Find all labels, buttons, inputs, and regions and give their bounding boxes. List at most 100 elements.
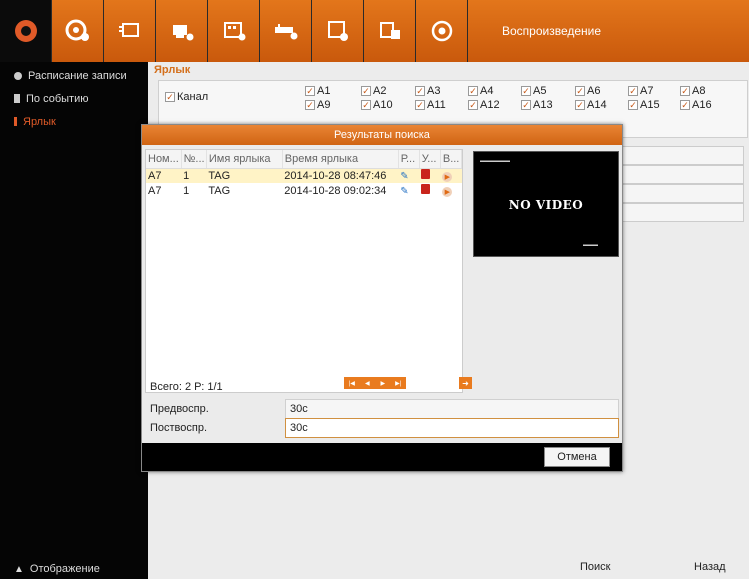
channel-checkbox-label: A10	[373, 99, 393, 111]
channel-checkbox-a2[interactable]: ✓ A2	[361, 85, 386, 97]
sidebar-item-label: По событию	[26, 92, 89, 105]
cancel-button[interactable]: Отмена	[544, 447, 610, 467]
channel-checkbox-label: A1	[317, 85, 331, 97]
channel-checkbox-a9[interactable]: ✓ A9	[305, 99, 330, 111]
edit-icon[interactable]: ✎	[400, 171, 408, 182]
channel-checkbox-a4[interactable]: ✓ A4	[468, 85, 493, 97]
back-button[interactable]: Назад	[694, 561, 726, 573]
maintenance-button[interactable]	[364, 0, 416, 62]
sidebar-item-schedule[interactable]: Расписание записи	[0, 64, 148, 87]
event-icon	[14, 94, 20, 103]
channel-checkbox-a3[interactable]: ✓ A3	[415, 85, 440, 97]
channel-checkbox-label: A3	[427, 85, 441, 97]
search-button[interactable]: Поиск	[580, 561, 610, 573]
channel-checkbox-a15[interactable]: ✓ A15	[628, 99, 660, 111]
delete-icon[interactable]	[421, 184, 431, 194]
sidebar-item-display[interactable]: ▲ Отображение	[14, 563, 100, 575]
channel-checkbox-a16[interactable]: ✓ A16	[680, 99, 712, 111]
checkmark-icon: ✓	[468, 99, 478, 110]
record-button[interactable]	[104, 0, 156, 62]
camera-settings-button[interactable]	[52, 0, 104, 62]
post-play-label: Поствоспр.	[150, 422, 208, 434]
table-row[interactable]: A7 1 TAG 2014-10-28 08:47:46 ✎ ▶	[146, 168, 462, 183]
channel-checkbox-label: A15	[640, 99, 660, 111]
channel-checkbox-a8[interactable]: ✓ A8	[680, 85, 705, 97]
top-toolbar: Воспроизведение	[0, 0, 749, 62]
power-button[interactable]	[416, 0, 468, 62]
column-header[interactable]: Р...	[398, 150, 420, 169]
channel-checkbox-a6[interactable]: ✓ A6	[575, 85, 600, 97]
channel-checkbox-a12[interactable]: ✓ A12	[468, 99, 500, 111]
channel-checkbox-label: A14	[587, 99, 607, 111]
video-preview: ▬▬▬▬▬▬ NO VIDEO ▬▬▬	[473, 151, 619, 257]
checkmark-icon: ✓	[521, 99, 531, 110]
column-header[interactable]: №...	[181, 150, 207, 169]
sidebar: Расписание записи По событию Ярлык ▲ Ото…	[0, 62, 148, 579]
channel-checkbox-label: A9	[317, 99, 331, 111]
list-row	[620, 146, 744, 165]
sidebar-item-label: Ярлык	[23, 115, 56, 128]
results-table: Ном... №... Имя ярлыка Время ярлыка Р...…	[145, 149, 463, 393]
home-icon: ▲	[14, 563, 24, 575]
edit-icon[interactable]: ✎	[400, 186, 408, 197]
config-button[interactable]	[312, 0, 364, 62]
column-header[interactable]: Имя ярлыка	[206, 150, 283, 169]
devices-icon	[274, 24, 297, 40]
section-title: Ярлык	[154, 64, 191, 76]
channel-checkbox-a5[interactable]: ✓ A5	[521, 85, 546, 97]
prev-page-icon[interactable]: ◀	[360, 377, 376, 389]
first-page-icon[interactable]: |◀	[344, 377, 360, 389]
play-icon[interactable]: ▶	[442, 186, 453, 197]
channel-checkbox-label: A7	[640, 85, 654, 97]
checkmark-icon: ✓	[361, 99, 371, 110]
column-header[interactable]: Время ярлыка	[282, 150, 399, 169]
cell-number: 1	[183, 184, 190, 197]
channel-checkbox-a7[interactable]: ✓ A7	[628, 85, 653, 97]
post-play-field[interactable]: 30с	[285, 418, 619, 438]
storage-button[interactable]	[208, 0, 260, 62]
goto-page-icon[interactable]: ➜	[459, 377, 472, 389]
table-row[interactable]: A7 1 TAG 2014-10-28 09:02:34 ✎ ▶	[146, 183, 462, 198]
next-page-icon[interactable]: ▶	[375, 377, 391, 389]
channel-checkbox-a11[interactable]: ✓ A11	[415, 99, 446, 111]
channel-checkbox-a1[interactable]: ✓ A1	[305, 85, 330, 97]
column-header[interactable]: В...	[440, 150, 463, 169]
sidebar-item-label: Расписание записи	[28, 69, 127, 82]
devices-button[interactable]	[260, 0, 312, 62]
channel-all-checkbox[interactable]: ✓ Канал	[165, 91, 208, 103]
channel-label: Канал	[177, 91, 209, 103]
sidebar-item-tag[interactable]: Ярлык	[0, 110, 148, 133]
table-header: Ном... №... Имя ярлыка Время ярлыка Р...…	[146, 150, 463, 169]
checkmark-icon: ✓	[361, 85, 371, 96]
play-icon[interactable]: ▶	[442, 171, 453, 182]
preview-timestamp-overlay: ▬▬▬▬▬▬	[480, 158, 510, 164]
network-button[interactable]	[156, 0, 208, 62]
live-view-icon	[14, 20, 37, 42]
power-icon	[431, 20, 452, 42]
pre-play-label: Предвоспр.	[150, 403, 209, 415]
channel-checkbox-label: A4	[480, 85, 494, 97]
search-results-dialog: Результаты поиска Ном... №... Имя ярлыка…	[141, 124, 623, 472]
pre-play-field[interactable]: 30с	[285, 399, 619, 419]
checkmark-icon: ✓	[468, 85, 478, 96]
channel-checkbox-a10[interactable]: ✓ A10	[361, 99, 393, 111]
list-row	[620, 203, 744, 222]
column-header[interactable]: Ном...	[146, 150, 182, 169]
channel-checkbox-label: A6	[587, 85, 601, 97]
camera-settings-icon	[65, 19, 89, 41]
last-page-icon[interactable]: ▶|	[391, 377, 407, 389]
column-header[interactable]: У...	[419, 150, 441, 169]
checkmark-icon: ✓	[628, 99, 638, 110]
delete-icon[interactable]	[421, 169, 431, 180]
channel-checkbox-label: A2	[373, 85, 387, 97]
channel-checkbox-a14[interactable]: ✓ A14	[575, 99, 607, 111]
dialog-footer: Отмена	[142, 443, 622, 471]
cell-name: TAG	[206, 168, 283, 183]
channel-checkbox-label: A16	[692, 99, 712, 111]
live-view-button[interactable]	[0, 0, 52, 62]
checkmark-icon: ✓	[305, 85, 315, 96]
list-row	[620, 165, 744, 184]
sidebar-item-event[interactable]: По событию	[0, 87, 148, 110]
config-icon	[327, 21, 348, 41]
channel-checkbox-a13[interactable]: ✓ A13	[521, 99, 553, 111]
